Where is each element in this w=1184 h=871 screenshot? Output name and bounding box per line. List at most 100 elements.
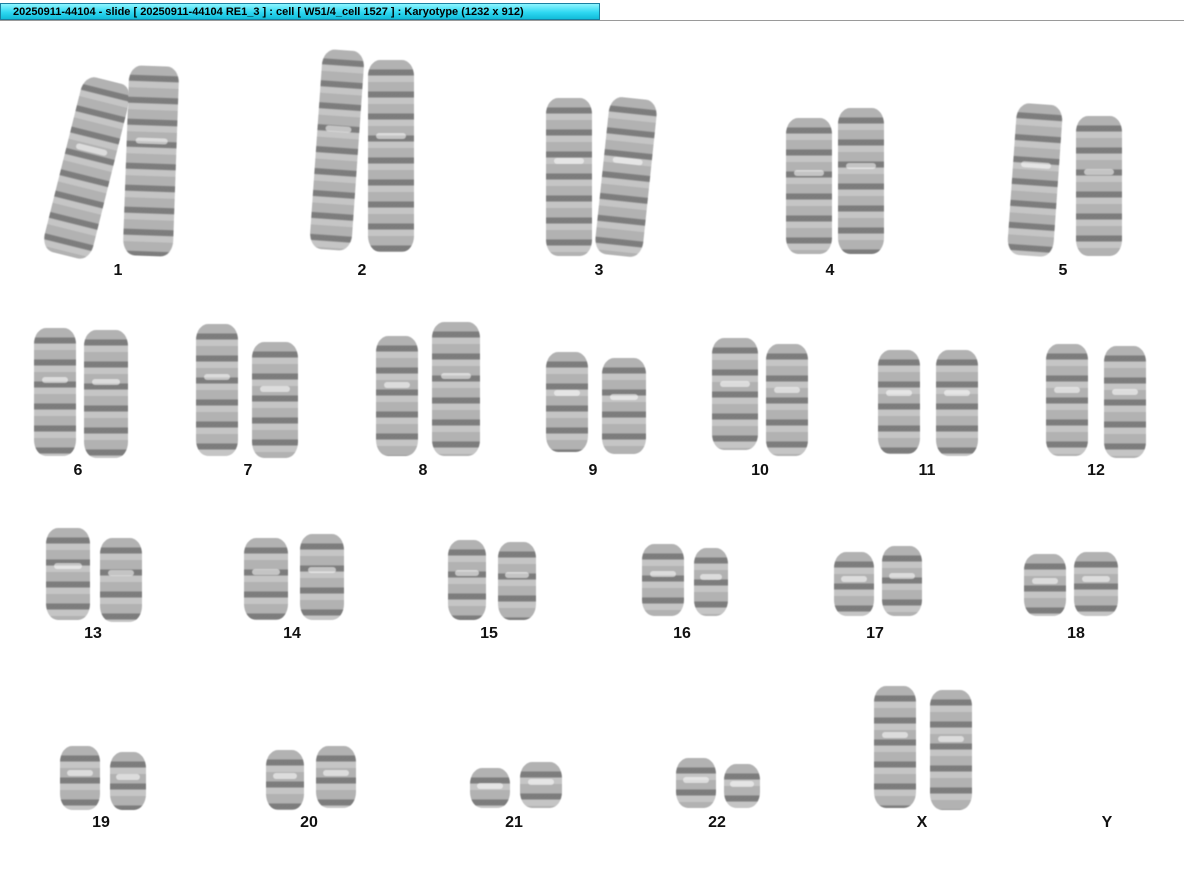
centromere [554,158,584,164]
chromosome-4-a[interactable] [786,118,832,254]
chromosome-label-14: 14 [283,625,301,642]
chromosome-5-a[interactable] [1006,102,1064,258]
centromere [307,567,337,573]
centromere [943,390,971,396]
centromere [846,163,876,169]
centromere [609,394,639,400]
chromosome-19-b[interactable] [110,752,146,810]
chromosome-18-b[interactable] [1074,552,1118,616]
centromere [107,570,135,576]
chromosome-16-a[interactable] [642,544,684,616]
centromere [440,373,472,379]
centromere [553,390,581,396]
chromosome-label-9: 9 [588,462,598,479]
chromosome-11-b[interactable] [936,350,978,456]
chromosome-22-a[interactable] [676,758,716,808]
chromosome-19-a[interactable] [60,746,100,810]
centromere [135,137,168,145]
chromosome-8-b[interactable] [432,322,480,456]
chromosome-1-a[interactable] [40,74,134,262]
centromere [1081,576,1111,582]
chromosome-12-b[interactable] [1104,346,1146,458]
chromosome-label-10: 10 [751,462,769,479]
chromosome-label-8: 8 [418,462,428,479]
centromere [324,125,353,133]
chromosome-label-1: 1 [113,262,123,279]
chromosome-label-19: 19 [92,814,110,831]
centromere [881,732,909,738]
chromosome-11-a[interactable] [878,350,920,454]
chromosome-label-x: X [916,814,928,831]
chromosome-label-4: 4 [825,262,835,279]
chromosome-10-b[interactable] [766,344,808,456]
chromosome-7-b[interactable] [252,342,298,458]
chromosome-16-b[interactable] [694,548,728,616]
chromosome-3-a[interactable] [546,98,592,256]
chromosome-5-b[interactable] [1076,116,1122,256]
chromosome-label-15: 15 [480,625,498,642]
chromosome-21-a[interactable] [470,768,510,808]
chromosome-label-2: 2 [357,262,367,279]
centromere [1021,161,1051,170]
centromere [612,156,644,166]
centromere [251,569,281,575]
chromosome-20-b[interactable] [316,746,356,808]
chromosome-label-18: 18 [1067,625,1085,642]
centromere [323,770,349,776]
centromere [383,382,411,388]
chromosome-2-a[interactable] [309,48,365,252]
title-tab[interactable]: 20250911-44104 - slide [ 20250911-44104 … [0,3,600,20]
centromere [454,570,480,576]
centromere [272,773,298,779]
chromosome-7-a[interactable] [196,324,238,456]
centromere [885,390,913,396]
chromosome-17-a[interactable] [834,552,874,616]
chromosome-3-b[interactable] [593,95,659,259]
chromosome-6-a[interactable] [34,328,76,456]
chromosome-14-b[interactable] [300,534,344,620]
chromosome-4-b[interactable] [838,108,884,254]
centromere [527,779,555,785]
chromosome-label-13: 13 [84,625,102,642]
chromosome-14-a[interactable] [244,538,288,620]
centromere [477,783,503,789]
chromosome-10-a[interactable] [712,338,758,450]
centromere [67,770,93,776]
centromere [683,777,709,783]
chromosome-18-a[interactable] [1024,554,1066,616]
chromosome-13-a[interactable] [46,528,90,620]
centromere [720,381,750,387]
chromosome-2-b[interactable] [368,60,414,252]
chromosome-22-b[interactable] [724,764,760,808]
window-title: 20250911-44104 - slide [ 20250911-44104 … [13,6,524,18]
centromere [1111,389,1139,395]
chromosome-x-b[interactable] [930,690,972,810]
chromosome-17-b[interactable] [882,546,922,616]
chromosome-label-20: 20 [300,814,318,831]
centromere [700,574,722,580]
chromosome-15-b[interactable] [498,542,536,620]
centromere [75,142,108,157]
chromosome-1-b[interactable] [122,65,180,257]
centromere [116,774,140,780]
centromere [53,563,83,569]
chromosome-x-a[interactable] [874,686,916,808]
chromosome-label-12: 12 [1087,462,1105,479]
chromosome-label-y: Y [1101,814,1113,831]
chromosome-9-a[interactable] [546,352,588,452]
chromosome-20-a[interactable] [266,750,304,810]
chromosome-label-6: 6 [73,462,83,479]
chromosome-15-a[interactable] [448,540,486,620]
chromosome-6-b[interactable] [84,330,128,458]
centromere [773,387,801,393]
centromere [649,571,677,577]
chromosome-12-a[interactable] [1046,344,1088,456]
centromere [794,170,824,176]
chromosome-13-b[interactable] [100,538,142,622]
chromosome-21-b[interactable] [520,762,562,808]
chromosome-8-a[interactable] [376,336,418,456]
window-titlebar: 20250911-44104 - slide [ 20250911-44104 … [0,0,1184,21]
centromere [889,573,915,579]
chromosome-9-b[interactable] [602,358,646,454]
chromosome-label-16: 16 [673,625,691,642]
